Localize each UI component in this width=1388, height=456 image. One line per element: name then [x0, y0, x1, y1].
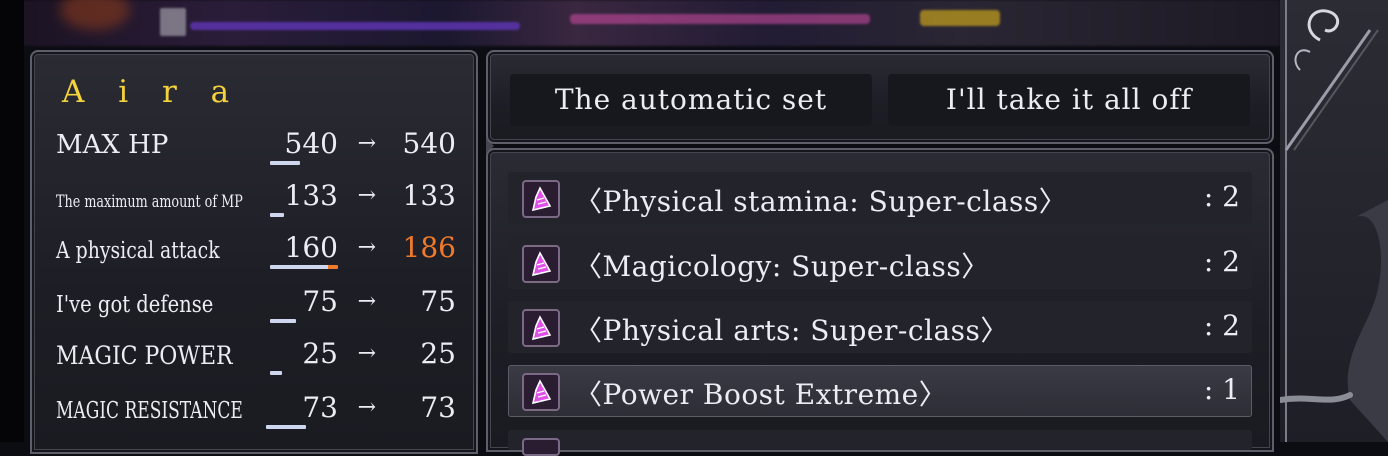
skill-count: : 2	[1203, 180, 1240, 213]
background-bar-gold	[920, 10, 1000, 26]
left-shade	[0, 0, 24, 442]
arrow-right-icon: →	[357, 131, 376, 156]
skill-list-item-selected[interactable]: 〈Power Boost Extreme〉 : 1	[508, 365, 1252, 417]
stat-row-defense: I've got defense 75 → 75	[56, 284, 456, 324]
stat-bar	[270, 161, 300, 165]
skill-list-item[interactable]: 〈Physical arts: Super-class〉 : 2	[508, 301, 1252, 353]
stat-new-value: 540	[402, 127, 456, 160]
skill-count: : 1	[1203, 373, 1240, 406]
stat-label: A physical attack	[56, 238, 220, 264]
skill-name: 〈Magicology: Super-class〉	[574, 250, 990, 283]
skill-name: 〈Power Boost Extreme〉	[574, 378, 948, 411]
arrow-right-icon: →	[357, 395, 376, 420]
stat-current-value: 540	[284, 127, 338, 160]
ornament-scroll-icon	[1280, 0, 1388, 442]
stat-row-physical-attack: A physical attack 160 → 186	[56, 230, 456, 270]
stat-bar	[270, 265, 338, 269]
stat-current-value: 75	[302, 285, 338, 318]
stat-row-max-mp: The maximum amount of MP 133 → 133	[56, 178, 456, 218]
arrow-right-icon: →	[357, 183, 376, 208]
ornamental-frame	[1280, 0, 1388, 442]
skill-crystal-icon	[522, 180, 560, 218]
stat-bar	[270, 319, 296, 323]
skill-crystal-icon	[522, 309, 560, 347]
skill-count: : 2	[1203, 245, 1240, 278]
skill-crystal-icon	[522, 438, 560, 456]
stat-bar	[270, 371, 282, 375]
skill-crystal-icon	[522, 245, 560, 283]
stat-label: MAGIC RESISTANCE	[56, 398, 243, 424]
skill-list-item-partial[interactable]	[508, 430, 1252, 456]
take-all-off-button[interactable]: I'll take it all off	[888, 74, 1250, 126]
skill-name: 〈Physical arts: Super-class〉	[574, 314, 1009, 347]
skill-name: 〈Physical stamina: Super-class〉	[574, 185, 1068, 218]
skill-list-item[interactable]: 〈Magicology: Super-class〉 : 2	[508, 237, 1252, 289]
background-marker	[160, 8, 186, 36]
stat-current-value: 160	[284, 231, 338, 264]
stat-new-value: 75	[420, 285, 456, 318]
background-bar-pink	[570, 14, 870, 24]
skill-list-item[interactable]: 〈Physical stamina: Super-class〉 : 2	[508, 172, 1252, 224]
automatic-set-button[interactable]: The automatic set	[510, 74, 872, 126]
stat-row-max-hp: MAX HP 540 → 540	[56, 126, 456, 166]
character-name: A i r a	[62, 74, 242, 110]
stat-current-value: 133	[284, 179, 338, 212]
stat-bar	[266, 425, 306, 429]
stat-current-value: 73	[302, 391, 338, 424]
arrow-right-icon: →	[357, 341, 376, 366]
stat-label: The maximum amount of MP	[56, 192, 243, 212]
stat-new-value: 133	[402, 179, 456, 212]
stat-label: MAX HP	[56, 130, 169, 160]
arrow-right-icon: →	[357, 235, 376, 260]
stat-new-value: 186	[402, 231, 456, 264]
stat-row-magic-power: MAGIC POWER 25 → 25	[56, 336, 456, 376]
arrow-right-icon: →	[357, 289, 376, 314]
background-bar-purple	[190, 22, 520, 30]
skill-count: : 2	[1203, 309, 1240, 342]
stat-new-value: 73	[420, 391, 456, 424]
stat-row-magic-resistance: MAGIC RESISTANCE 73 → 73	[56, 390, 456, 430]
stat-current-value: 25	[302, 337, 338, 370]
stat-label: MAGIC POWER	[56, 341, 233, 370]
stat-bar	[270, 213, 284, 217]
stat-label: I've got defense	[56, 292, 214, 318]
background-orb	[60, 0, 130, 30]
stat-new-value: 25	[420, 337, 456, 370]
skill-crystal-icon	[522, 373, 560, 411]
game-background-strip	[0, 0, 1280, 46]
